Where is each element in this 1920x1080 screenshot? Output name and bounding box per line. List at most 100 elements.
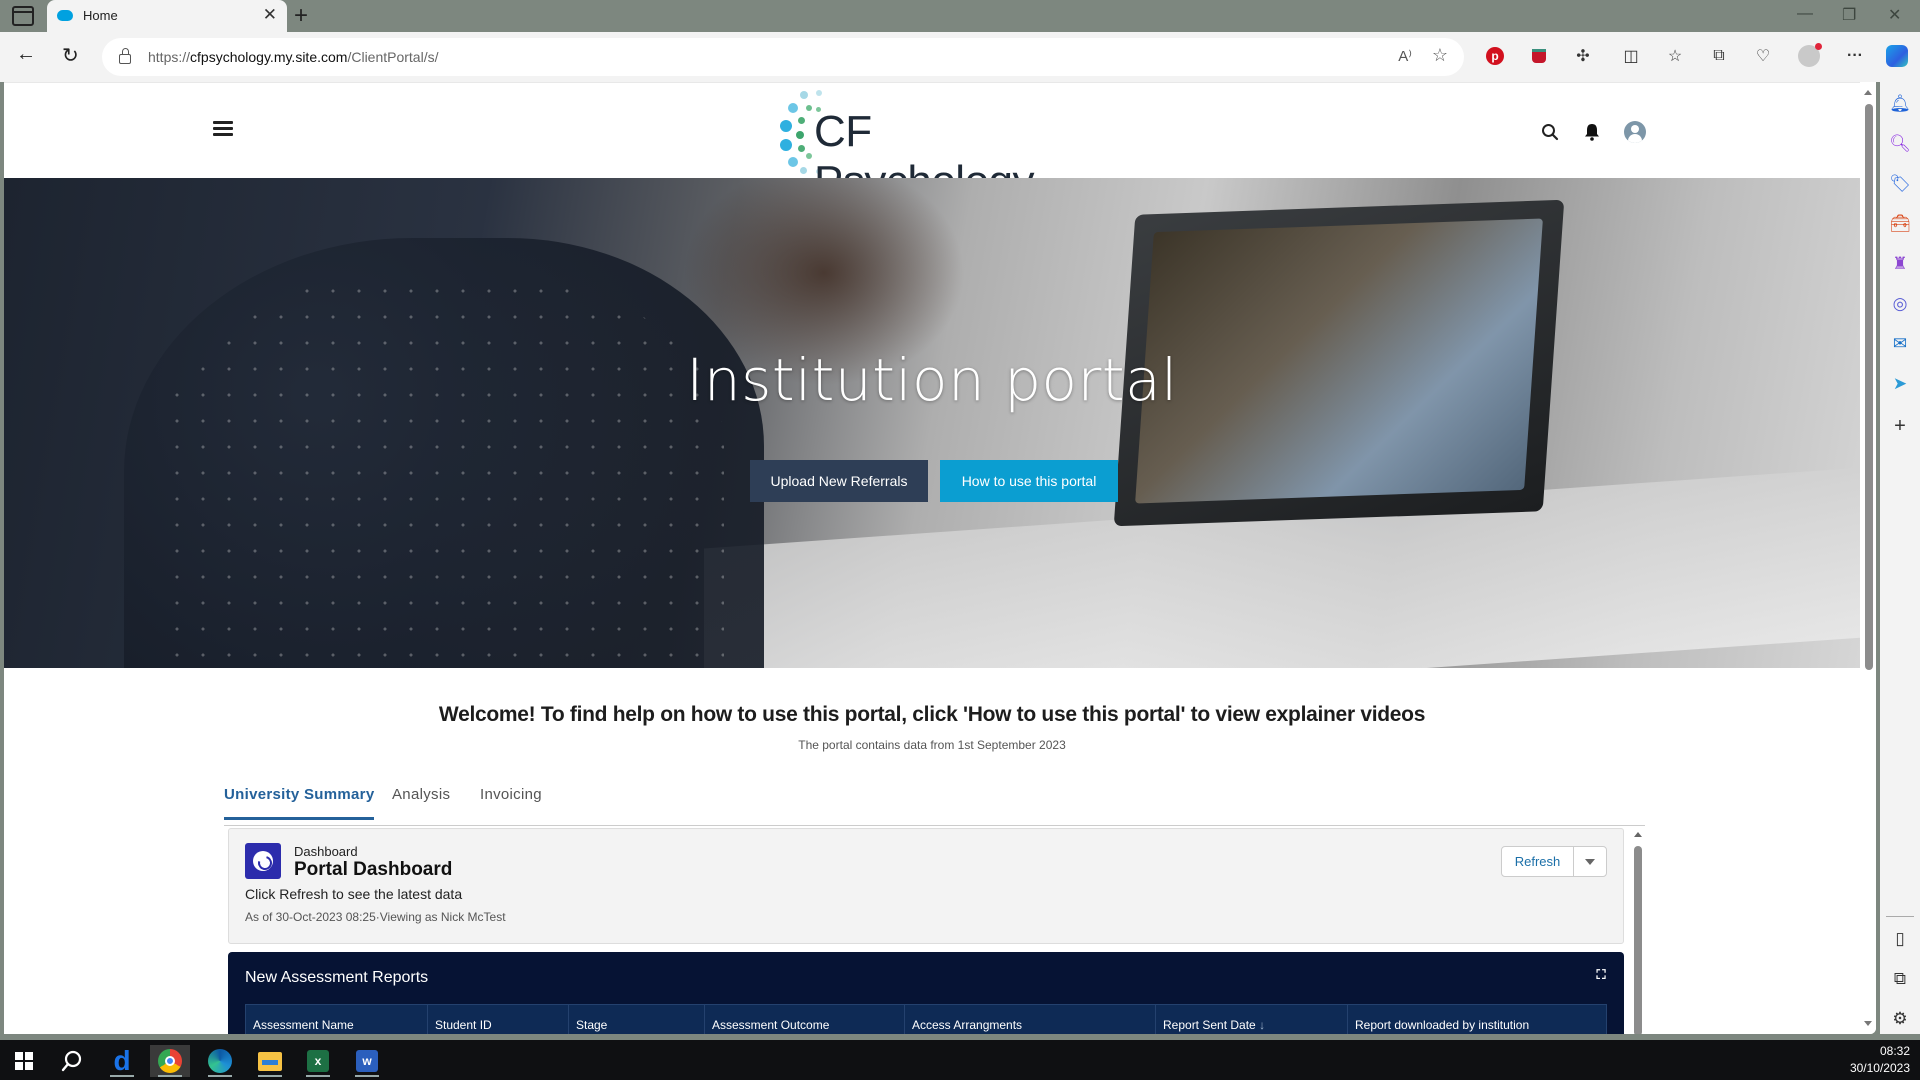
browser-tab-home[interactable]: Home ✕: [47, 0, 287, 32]
sort-descending-icon: ↓: [1259, 1018, 1266, 1032]
reports-title: New Assessment Reports: [245, 969, 429, 986]
close-window-icon[interactable]: ✕: [1888, 5, 1901, 25]
tab-actions-icon[interactable]: [12, 6, 34, 26]
tab-invoicing[interactable]: Invoicing: [480, 786, 542, 820]
close-tab-icon[interactable]: ✕: [263, 5, 277, 25]
sidebar-divider: [1886, 916, 1914, 917]
url-scheme: https://: [148, 49, 191, 65]
lock-icon: [119, 48, 131, 64]
dashboard-type-label: Dashboard: [294, 844, 358, 859]
windows-taskbar: d x w 08:32 30/10/2023: [0, 1040, 1920, 1080]
tag-icon[interactable]: 🏷︎: [1888, 172, 1912, 196]
column-label: Student ID: [435, 1018, 492, 1032]
url-path: /ClientPortal/s/: [347, 49, 439, 65]
scroll-up-icon[interactable]: [1634, 832, 1642, 837]
scroll-down-icon[interactable]: [1864, 1021, 1872, 1026]
search-icon[interactable]: [52, 1045, 92, 1077]
puzzle-icon[interactable]: ✣: [1571, 44, 1595, 68]
ellipsis-icon[interactable]: ···: [1843, 44, 1867, 68]
address-bar[interactable]: https://cfpsychology.my.site.com/ClientP…: [102, 38, 1464, 76]
edge-app-icon[interactable]: [200, 1045, 240, 1077]
chrome-app-icon[interactable]: [150, 1045, 190, 1077]
collections-icon[interactable]: ⧉: [1707, 44, 1731, 68]
star-icon[interactable]: ☆: [1432, 45, 1448, 66]
dashboard-header: Dashboard Portal Dashboard Click Refresh…: [228, 828, 1624, 944]
hero-banner: Institution portal Upload New Referrals …: [4, 178, 1860, 668]
copilot-icon[interactable]: [1885, 44, 1909, 68]
cf-psychology-logo[interactable]: CF Psychology: [778, 87, 1098, 206]
restore-icon[interactable]: ❐: [1842, 5, 1856, 25]
column-label: Report downloaded by institution: [1355, 1018, 1530, 1032]
dashboard-meta: As of 30-Oct-2023 08:25·Viewing as Nick …: [245, 910, 506, 924]
reload-icon[interactable]: ↻: [62, 43, 79, 68]
column-header[interactable]: Assessment Name: [246, 1005, 428, 1034]
heart-pulse-icon[interactable]: ♡: [1751, 44, 1775, 68]
pinterest-icon[interactable]: p: [1483, 44, 1507, 68]
toolbox-icon[interactable]: 🧰︎: [1888, 212, 1912, 236]
hero-image-shirt-pattern: [164, 278, 724, 668]
column-header[interactable]: Stage: [569, 1005, 705, 1034]
sidebar-panel-icon[interactable]: ▯: [1888, 927, 1912, 951]
windows-start-icon[interactable]: [4, 1045, 44, 1077]
column-header-sorted[interactable]: Report Sent Date ↓: [1156, 1005, 1348, 1034]
reports-table-header: Assessment Name Student ID Stage Assessm…: [245, 1004, 1607, 1034]
dashboard-hint: Click Refresh to see the latest data: [245, 886, 463, 902]
tab-title: Home: [83, 8, 118, 23]
user-avatar-icon[interactable]: [1624, 121, 1646, 143]
column-label: Access Arrangments: [912, 1018, 1023, 1032]
send-icon[interactable]: ➤: [1888, 372, 1912, 396]
refresh-button-group: Refresh: [1501, 846, 1607, 877]
minimize-icon[interactable]: —: [1797, 5, 1813, 23]
refresh-button[interactable]: Refresh: [1502, 847, 1574, 876]
outlook-icon[interactable]: ✉: [1888, 332, 1912, 356]
column-header[interactable]: Access Arrangments: [905, 1005, 1156, 1034]
column-label: Assessment Name: [253, 1018, 354, 1032]
split-screen-icon[interactable]: ◫: [1619, 44, 1643, 68]
excel-app-icon[interactable]: x: [298, 1045, 338, 1077]
column-label: Stage: [576, 1018, 608, 1032]
refresh-dropdown-icon[interactable]: [1574, 847, 1606, 876]
url-text[interactable]: https://cfpsychology.my.site.com/ClientP…: [148, 49, 439, 65]
system-clock[interactable]: 08:32 30/10/2023: [1850, 1043, 1910, 1077]
column-header[interactable]: Report downloaded by institution: [1348, 1005, 1606, 1034]
back-icon[interactable]: ←: [16, 43, 36, 66]
chess-icon[interactable]: ♜: [1888, 252, 1912, 276]
scrollbar-thumb[interactable]: [1865, 104, 1873, 670]
clock-time: 08:32: [1879, 1044, 1910, 1058]
new-tab-icon[interactable]: +: [294, 2, 308, 30]
page-viewport: CF Psychology Institution portal Upload …: [4, 82, 1876, 1034]
search-icon[interactable]: 🔍︎: [1888, 132, 1912, 156]
scrollbar-thumb[interactable]: [1634, 846, 1642, 1034]
add-icon[interactable]: +: [1888, 414, 1912, 438]
column-header[interactable]: Student ID: [428, 1005, 569, 1034]
office-icon[interactable]: ◎: [1888, 292, 1912, 316]
bell-icon[interactable]: [1581, 121, 1603, 143]
file-explorer-icon[interactable]: [250, 1045, 290, 1077]
column-header[interactable]: Assessment Outcome: [705, 1005, 905, 1034]
browser-tab-strip: Home ✕ + — ❐ ✕: [0, 0, 1920, 32]
tab-analysis[interactable]: Analysis: [392, 786, 450, 820]
shield-extension-icon[interactable]: [1527, 44, 1551, 68]
dashboard-scrollbar[interactable]: [1631, 826, 1645, 1034]
search-icon[interactable]: [1539, 121, 1561, 143]
url-domain: cfpsychology.my.site.com: [190, 49, 348, 65]
open-external-icon[interactable]: ⧉: [1888, 967, 1912, 991]
hamburger-menu-icon[interactable]: [213, 121, 233, 137]
upload-new-referrals-button[interactable]: Upload New Referrals: [750, 460, 928, 502]
dashboard-frame: Dashboard Portal Dashboard Click Refresh…: [224, 826, 1645, 1034]
favorites-list-icon[interactable]: ☆: [1663, 44, 1687, 68]
read-aloud-icon[interactable]: A⁾: [1398, 47, 1412, 65]
column-label: Assessment Outcome: [712, 1018, 830, 1032]
profile-icon[interactable]: [1797, 43, 1822, 68]
bell-icon[interactable]: 🔔︎: [1888, 92, 1912, 116]
edge-sidebar: 🔔︎ 🔍︎ 🏷︎ 🧰︎ ♜ ◎ ✉ ➤ + ▯ ⧉ ⚙: [1880, 82, 1920, 1034]
word-app-icon[interactable]: w: [347, 1045, 387, 1077]
settings-gear-icon[interactable]: ⚙: [1888, 1007, 1912, 1031]
expand-icon[interactable]: ⛶: [1594, 967, 1608, 982]
page-scrollbar[interactable]: [1860, 82, 1876, 1034]
scroll-up-icon[interactable]: [1864, 90, 1872, 95]
dialpad-app-icon[interactable]: d: [102, 1045, 142, 1077]
dashboard-gauge-icon: [245, 843, 281, 879]
tab-university-summary[interactable]: University Summary: [224, 786, 375, 820]
how-to-use-portal-button[interactable]: How to use this portal: [940, 460, 1118, 502]
